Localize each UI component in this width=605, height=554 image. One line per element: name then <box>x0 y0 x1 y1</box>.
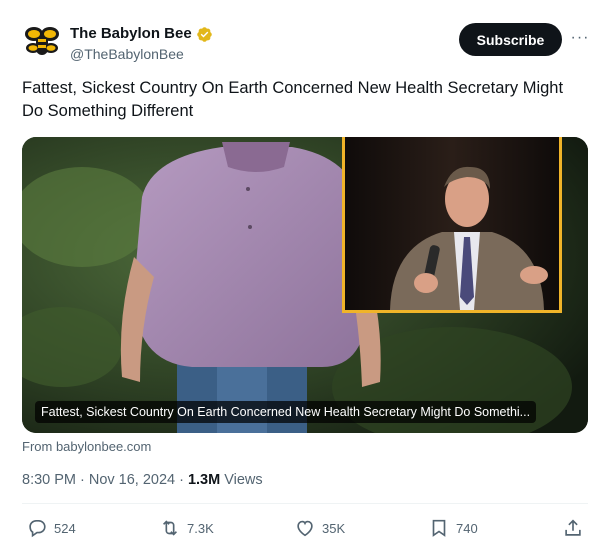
account-names: The Babylon Bee @TheBabylonBee <box>70 24 213 64</box>
subscribe-button[interactable]: Subscribe <box>459 23 562 56</box>
reply-count: 524 <box>54 520 76 536</box>
card-source-link[interactable]: From babylonbee.com <box>22 439 151 454</box>
more-options-icon[interactable]: ··· <box>570 28 590 48</box>
verified-badge-icon[interactable] <box>196 26 213 43</box>
account-handle[interactable]: @TheBabylonBee <box>70 44 213 64</box>
views-label: Views <box>224 472 263 488</box>
action-bar: 524 7.3K 35K 740 <box>22 517 588 543</box>
share-button[interactable] <box>562 517 584 539</box>
divider <box>22 503 588 504</box>
tweet-time[interactable]: 8:30 PM <box>22 472 76 488</box>
reply-icon <box>29 520 46 538</box>
like-count: 35K <box>322 520 346 536</box>
tweet-meta: 8:30 PM · Nov 16, 2024 · 1.3M Views <box>22 472 263 488</box>
repost-button[interactable]: 7.3K <box>159 517 214 539</box>
babylon-bee-avatar[interactable] <box>22 22 62 62</box>
card-image <box>22 137 588 433</box>
display-name[interactable]: The Babylon Bee <box>70 24 192 44</box>
heart-icon <box>297 520 313 537</box>
link-card[interactable]: Fattest, Sickest Country On Earth Concer… <box>22 137 588 433</box>
repost-icon <box>162 520 178 536</box>
bookmark-icon <box>432 519 446 537</box>
share-icon <box>565 519 581 536</box>
bookmark-button[interactable]: 740 <box>428 517 478 539</box>
tweet-date[interactable]: Nov 16, 2024 <box>89 472 175 488</box>
tweet-header: The Babylon Bee @TheBabylonBee Subscribe… <box>22 22 588 66</box>
reply-button[interactable]: 524 <box>26 517 76 539</box>
meta-separator: · <box>179 472 184 488</box>
repost-count: 7.3K <box>187 520 214 536</box>
views-count: 1.3M <box>187 472 221 488</box>
bookmark-count: 740 <box>456 520 478 536</box>
tweet-text: Fattest, Sickest Country On Earth Concer… <box>22 79 564 120</box>
display-name-row[interactable]: The Babylon Bee <box>70 24 213 44</box>
meta-separator: · <box>80 472 85 488</box>
card-caption[interactable]: Fattest, Sickest Country On Earth Concer… <box>35 401 537 423</box>
like-button[interactable]: 35K <box>294 517 345 539</box>
